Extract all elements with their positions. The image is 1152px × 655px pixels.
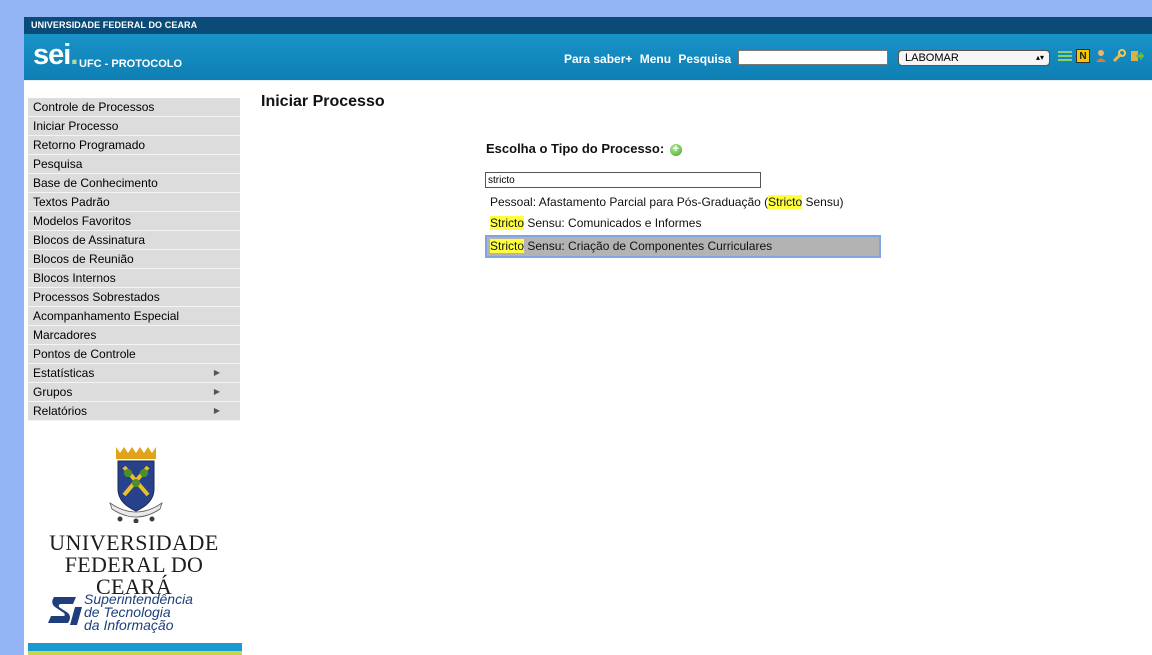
sti-line3: da Informação <box>84 617 174 633</box>
sidebar-item-blocos-de-assinatura[interactable]: Blocos de Assinatura <box>28 231 240 250</box>
sti-logo-icon <box>46 593 82 632</box>
unit-select[interactable]: LABOMAR ▴▾ <box>898 50 1050 66</box>
sidebar-item-label: Controle de Processos <box>33 100 155 114</box>
choose-process-type-label: Escolha o Tipo do Processo: <box>486 141 665 156</box>
submenu-arrow-icon: ▶ <box>213 368 220 377</box>
result-highlight: Stricto <box>490 239 525 253</box>
result-item[interactable]: Pessoal: Afastamento Parcial para Pós-Gr… <box>485 193 855 211</box>
result-text: Pessoal: Afastamento Parcial para Pós-Gr… <box>490 195 769 209</box>
add-process-type-icon[interactable]: + <box>669 144 682 156</box>
sidebar-item-estatisticas[interactable]: Estatísticas ▶ <box>28 364 240 383</box>
sei-logo-dot: . <box>70 39 78 71</box>
result-highlight: Stricto <box>768 195 803 209</box>
sidebar-item-label: Retorno Programado <box>33 138 146 152</box>
menu-link[interactable]: Menu <box>640 52 671 66</box>
result-item-selected[interactable]: Stricto Sensu: Criação de Componentes Cu… <box>485 235 881 258</box>
submenu-arrow-icon: ▶ <box>213 406 220 415</box>
sidebar-item-blocos-de-reuniao[interactable]: Blocos de Reunião <box>28 250 240 269</box>
result-text: Sensu) <box>802 195 844 209</box>
sidebar-item-modelos-favoritos[interactable]: Modelos Favoritos <box>28 212 240 231</box>
sidebar-item-label: Modelos Favoritos <box>33 214 132 228</box>
ufc-coat-of-arms-icon <box>106 445 166 528</box>
list-icon[interactable] <box>1058 49 1072 63</box>
sidebar-item-label: Grupos <box>33 385 73 399</box>
unit-select-value: LABOMAR <box>905 52 959 64</box>
top-search-input[interactable] <box>738 50 888 65</box>
result-text: Sensu: Comunicados e Informes <box>524 216 702 230</box>
sidebar-item-label: Relatórios <box>33 404 88 418</box>
page-title: Iniciar Processo <box>261 93 385 110</box>
sidebar-item-label: Processos Sobrestados <box>33 290 160 304</box>
result-text: Sensu: Criação de Componentes Curricular… <box>524 239 773 253</box>
sidebar-item-label: Estatísticas <box>33 366 95 380</box>
submenu-arrow-icon: ▶ <box>213 387 220 396</box>
sidebar-item-grupos[interactable]: Grupos ▶ <box>28 383 240 402</box>
pesquisa-link[interactable]: Pesquisa <box>678 52 731 66</box>
sidebar-item-blocos-internos[interactable]: Blocos Internos <box>28 269 240 288</box>
sidebar-item-processos-sobrestados[interactable]: Processos Sobrestados <box>28 288 240 307</box>
sidebar-item-acompanhamento-especial[interactable]: Acompanhamento Especial <box>28 307 240 326</box>
choose-process-type-heading: Escolha o Tipo do Processo: + <box>486 141 682 156</box>
sidebar-item-relatorios[interactable]: Relatórios ▶ <box>28 402 240 421</box>
university-name: UNIVERSIDADE FEDERAL DO CEARÁ <box>24 532 244 598</box>
university-name-line1: UNIVERSIDADE <box>49 530 219 555</box>
select-arrows-icon: ▴▾ <box>1035 53 1044 62</box>
sidebar-footer-bars <box>28 643 242 655</box>
n-badge-icon[interactable]: N <box>1076 49 1090 63</box>
result-item[interactable]: Stricto Sensu: Comunicados e Informes <box>485 214 881 232</box>
sidebar-item-label: Pesquisa <box>33 157 83 171</box>
sidebar-item-label: Pontos de Controle <box>33 347 136 361</box>
sei-logo[interactable]: sei. <box>33 38 78 72</box>
wrench-icon[interactable] <box>1112 49 1126 63</box>
footer-blue-bar <box>28 643 242 651</box>
top-nav: Para saber+ Menu Pesquisa <box>564 52 735 66</box>
header-bar: sei. UFC - PROTOCOLO Para saber+ Menu Pe… <box>24 34 1152 81</box>
user-icon[interactable] <box>1094 49 1108 63</box>
sidebar-item-label: Acompanhamento Especial <box>33 309 180 323</box>
sidebar-menu: Controle de Processos Iniciar Processo R… <box>28 98 240 421</box>
sidebar-item-label: Textos Padrão <box>33 195 110 209</box>
app-subtitle: UFC - PROTOCOLO <box>79 58 183 70</box>
sei-logo-text: sei <box>33 39 71 71</box>
sti-name: Superintendência de Tecnologia da Inform… <box>84 592 193 633</box>
sidebar-item-pesquisa[interactable]: Pesquisa <box>28 155 240 174</box>
process-type-results: Pessoal: Afastamento Parcial para Pós-Gr… <box>485 193 881 258</box>
footer-green-bar <box>28 651 242 655</box>
sidebar-item-base-de-conhecimento[interactable]: Base de Conhecimento <box>28 174 240 193</box>
result-highlight: Stricto <box>490 216 525 230</box>
sidebar-item-iniciar-processo[interactable]: Iniciar Processo <box>28 117 240 136</box>
sidebar-item-retorno-programado[interactable]: Retorno Programado <box>28 136 240 155</box>
para-saber-link[interactable]: Para saber+ <box>564 52 632 66</box>
exit-icon[interactable] <box>1130 49 1145 63</box>
sidebar-item-pontos-de-controle[interactable]: Pontos de Controle <box>28 345 240 364</box>
sidebar-item-label: Iniciar Processo <box>33 119 119 133</box>
sidebar-item-label: Blocos de Assinatura <box>33 233 146 247</box>
sidebar-item-controle-de-processos[interactable]: Controle de Processos <box>28 98 240 117</box>
sidebar-item-textos-padrao[interactable]: Textos Padrão <box>28 193 240 212</box>
app-window: UNIVERSIDADE FEDERAL DO CEARA sei. UFC -… <box>24 17 1152 655</box>
sidebar-item-label: Base de Conhecimento <box>33 176 158 190</box>
university-banner: UNIVERSIDADE FEDERAL DO CEARA <box>24 17 1152 34</box>
sidebar-item-label: Blocos de Reunião <box>33 252 134 266</box>
process-type-filter-input[interactable] <box>485 172 761 188</box>
sidebar-item-label: Blocos Internos <box>33 271 116 285</box>
sidebar-item-label: Marcadores <box>33 328 97 342</box>
sidebar-item-marcadores[interactable]: Marcadores <box>28 326 240 345</box>
